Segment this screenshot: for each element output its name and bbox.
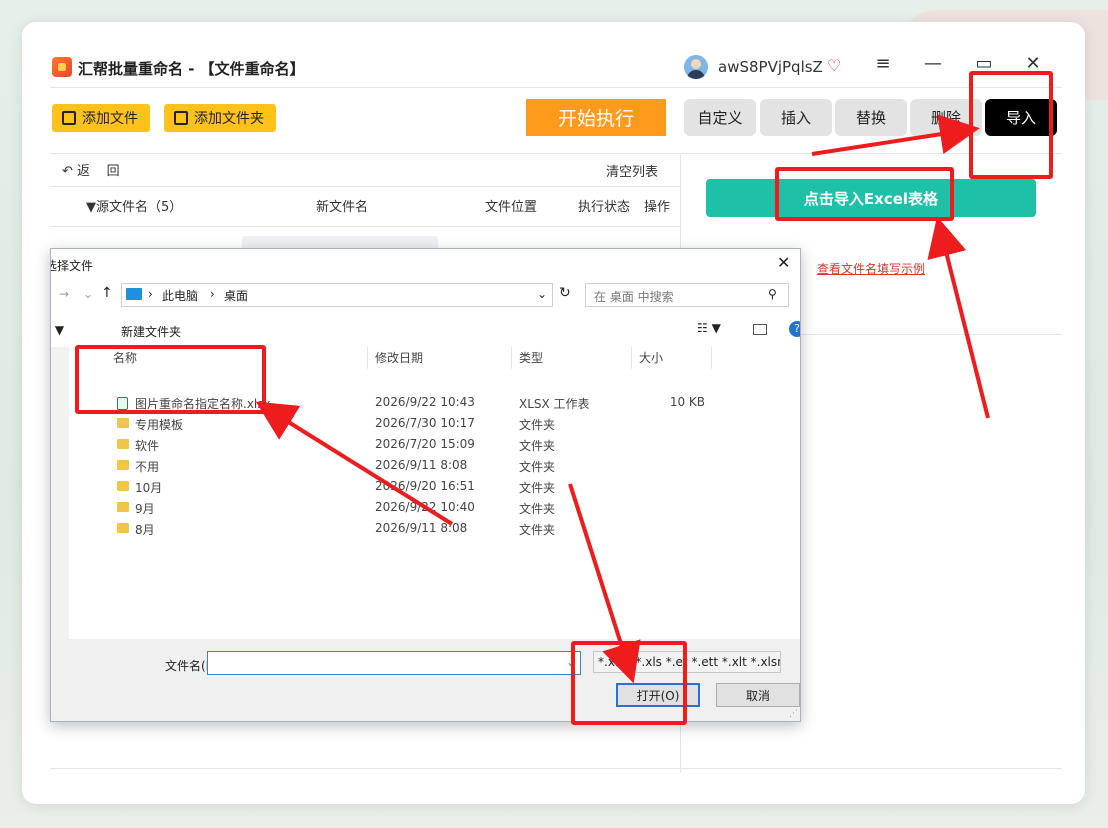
annotation-arrows (255, 114, 990, 684)
arrow-to-open-button (568, 483, 641, 684)
arrow-to-xlsx-file (255, 401, 454, 526)
arrow-to-import-button (927, 216, 990, 419)
arrow-to-import-tab (811, 114, 980, 156)
